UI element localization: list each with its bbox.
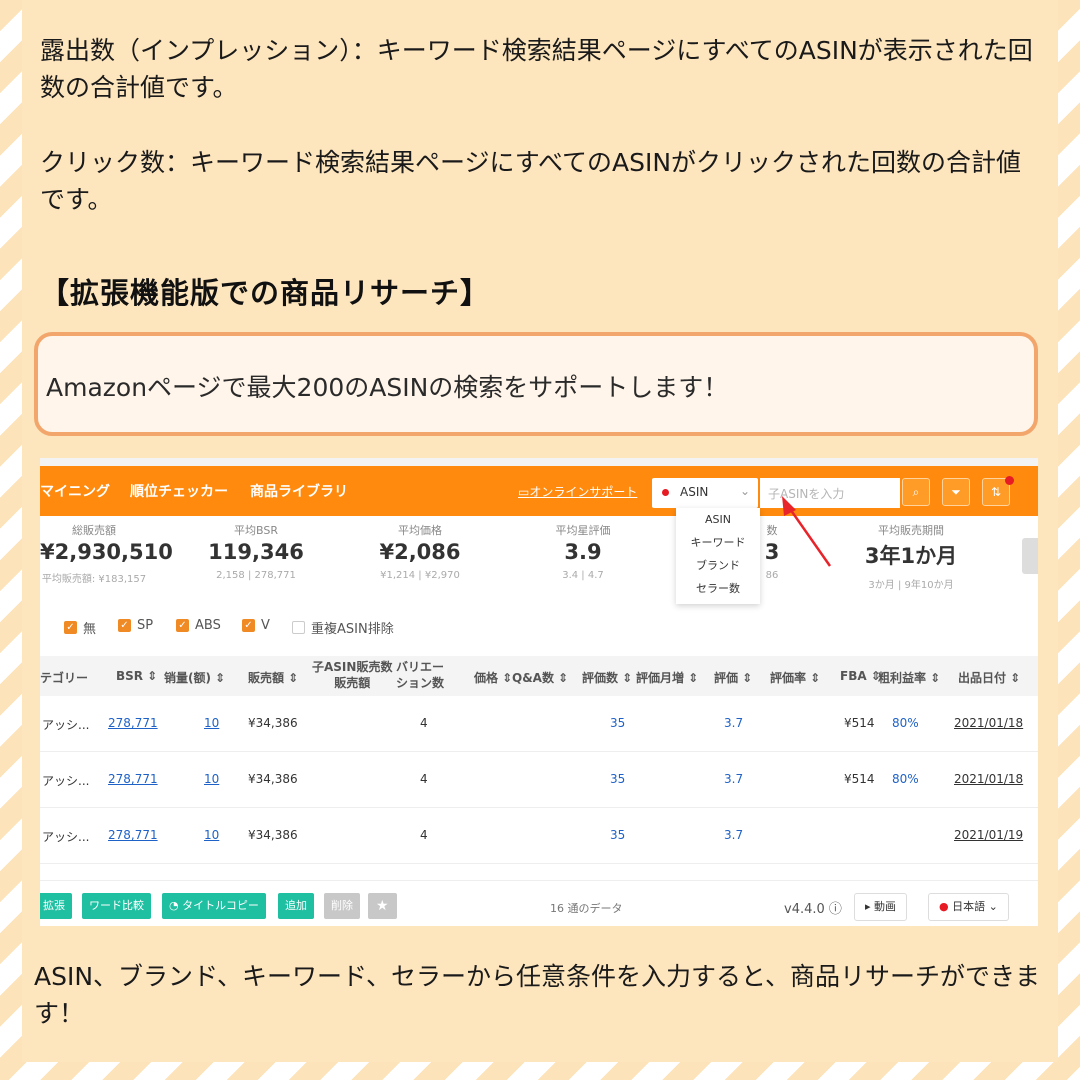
red-arrow-annotation (782, 496, 832, 567)
section-heading: 【拡張機能版での商品リサーチ】 (40, 276, 491, 310)
closing-description: ASIN、ブランド、キーワード、セラーから任意条件を入力すると、商品リサーチがで… (34, 962, 1041, 1028)
extension-screenshot: マイニング 順位チェッカー 商品ライブラリ ▭オンラインサポート ASIN ⌄ … (40, 458, 1038, 926)
impressions-description: 露出数（インプレッション）：キーワード検索結果ページにすべてのASINが表示され… (40, 36, 1033, 102)
callout-text: Amazonページで最大200のASINの検索をサポートします！ (46, 373, 729, 402)
clicks-description: クリック数：キーワード検索結果ページにすべてのASINがクリックされた回数の合計… (40, 148, 1022, 214)
arrow-shaft (786, 505, 832, 567)
callout-box: Amazonページで最大200のASINの検索をサポートします！ (34, 332, 1038, 436)
